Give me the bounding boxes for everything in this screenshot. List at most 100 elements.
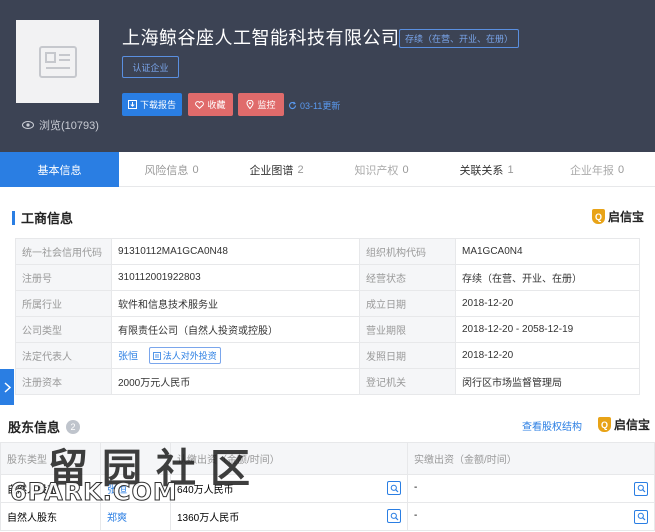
side-expand-arrow[interactable] <box>0 369 14 405</box>
view-count-label: 浏览(10793) <box>39 120 99 132</box>
tab-risk-info[interactable]: 风险信息 0 <box>119 152 224 187</box>
monitor-button[interactable]: 监控 <box>238 93 284 116</box>
info-value: MA1GCA0N4 <box>455 238 640 265</box>
info-label: 法定代表人 <box>15 342 112 369</box>
info-label: 所属行业 <box>15 290 112 317</box>
download-report-label: 下载报告 <box>139 100 176 110</box>
collect-label: 收藏 <box>207 100 226 110</box>
info-value: 存续（在营、开业、在册） <box>455 264 640 291</box>
detail-search-button[interactable] <box>634 509 648 524</box>
info-label: 注册资本 <box>15 368 112 395</box>
shareholder-name-cell: 郑爽 <box>100 502 171 531</box>
detail-search-button[interactable] <box>387 509 401 523</box>
section-accent-bar <box>12 210 15 225</box>
info-value: 2000万元人民币 <box>111 368 360 395</box>
search-icon <box>637 484 645 493</box>
tab-company-graph[interactable]: 企业图谱 2 <box>224 152 329 187</box>
info-value: 2018-12-20 <box>455 342 640 369</box>
tab-annual-report[interactable]: 企业年报 0 <box>539 152 655 187</box>
detail-search-button[interactable] <box>634 481 648 496</box>
table-row: 公司类型 有限责任公司（自然人投资或控股） 营业期限 2018-12-20 - … <box>15 316 640 343</box>
qixinbao-shield-icon: Q <box>598 417 611 432</box>
legal-representative-link[interactable]: 张恒 <box>118 352 138 363</box>
info-label: 组织机构代码 <box>359 238 456 265</box>
tab-basic-info[interactable]: 基本信息 <box>0 152 119 187</box>
info-label: 登记机关 <box>359 368 456 395</box>
tab-label: 企业图谱 <box>249 164 294 177</box>
info-label: 公司类型 <box>15 316 112 343</box>
view-equity-structure-link[interactable]: 查看股权结构 <box>522 418 582 433</box>
shareholders-title-text: 股东信息 <box>8 420 61 435</box>
status-badge: 存续（在营、开业、在册） <box>399 29 520 48</box>
info-label: 营业期限 <box>359 316 456 343</box>
info-label: 经营状态 <box>359 264 456 291</box>
view-count: 浏览(10793) <box>22 117 99 133</box>
paid-amount: - <box>414 481 418 493</box>
shareholder-type: 自然人股东 <box>0 502 101 531</box>
table-row: 所属行业 软件和信息技术服务业 成立日期 2018-12-20 <box>15 290 640 317</box>
document-icon <box>152 351 161 360</box>
tab-related-parties[interactable]: 关联关系 1 <box>434 152 539 187</box>
info-value: 91310112MA1GCA0N48 <box>111 238 360 265</box>
search-icon <box>390 484 398 492</box>
company-header: 浏览(10793) 上海鲸谷座人工智能科技有限公司 存续（在营、开业、在册） 认… <box>0 0 655 152</box>
info-value: 310112001922803 <box>111 264 360 291</box>
qixinbao-shield-icon: Q <box>592 209 605 224</box>
shareholders-title: 股东信息 2 <box>8 417 81 436</box>
qixinbao-brand: Q 启信宝 <box>592 208 644 225</box>
collect-button[interactable]: 收藏 <box>188 93 233 116</box>
info-value: 2018-12-20 - 2058-12-19 <box>455 316 640 343</box>
shareholders-count-badge: 2 <box>66 419 81 434</box>
tab-count: 0 <box>617 163 625 176</box>
legal-representative-cell: 张恒 法人对外投资 <box>111 342 360 369</box>
download-icon <box>127 100 137 109</box>
info-label: 成立日期 <box>359 290 456 317</box>
chevron-right-icon <box>3 381 11 393</box>
table-row: 法定代表人 张恒 法人对外投资 发照日期 2018-12-20 <box>15 342 640 369</box>
verified-badge[interactable]: 认证企业 <box>122 56 179 78</box>
info-label: 注册号 <box>15 264 112 291</box>
info-label: 统一社会信用代码 <box>15 238 112 265</box>
watermark-english: 6PARK.COM <box>10 478 178 507</box>
tab-intellectual-property[interactable]: 知识产权 0 <box>329 152 434 187</box>
paid-amount: - <box>414 509 418 521</box>
refresh-update[interactable]: 03-11更新 <box>288 99 340 112</box>
table-row: 统一社会信用代码 91310112MA1GCA0N48 组织机构代码 MA1GC… <box>15 238 640 265</box>
paid-cell: - <box>407 502 655 531</box>
company-name: 上海鲸谷座人工智能科技有限公司 <box>122 28 400 48</box>
tab-count: 1 <box>507 163 514 176</box>
tab-label: 企业年报 <box>569 164 614 177</box>
qixinbao-label: 启信宝 <box>614 418 651 432</box>
update-label: 03-11更新 <box>300 101 341 111</box>
table-row: 自然人股东 郑爽 1360万人民币 - <box>0 502 655 531</box>
table-row: 注册资本 2000万元人民币 登记机关 闵行区市场监督管理局 <box>15 368 640 395</box>
download-report-button[interactable]: 下载报告 <box>122 93 182 116</box>
business-info-title: 工商信息 <box>12 208 73 227</box>
tab-label: 基本信息 <box>37 164 82 177</box>
info-label: 发照日期 <box>359 342 456 369</box>
monitor-label: 监控 <box>257 100 276 110</box>
column-header-paid: 实缴出资（金额/时间） <box>407 442 655 475</box>
tab-label: 风险信息 <box>144 164 189 177</box>
building-icon <box>38 45 77 78</box>
location-pin-icon <box>246 100 254 109</box>
company-logo <box>16 20 99 103</box>
heart-icon <box>195 100 205 109</box>
company-tabs: 基本信息 风险信息 0 企业图谱 2 知识产权 0 关联关系 1 企业年报 0 <box>0 152 655 187</box>
business-info-title-text: 工商信息 <box>21 211 74 226</box>
paid-cell: - <box>407 474 655 503</box>
tab-count: 0 <box>192 163 199 176</box>
info-value: 软件和信息技术服务业 <box>111 290 360 317</box>
info-value: 2018-12-20 <box>455 290 640 317</box>
shareholder-name-link[interactable]: 郑爽 <box>107 513 127 524</box>
tab-label: 关联关系 <box>459 164 504 177</box>
info-value: 有限责任公司（自然人投资或控股） <box>111 316 360 343</box>
legal-rep-investment-label: 法人对外投资 <box>162 351 217 361</box>
table-row: 注册号 310112001922803 经营状态 存续（在营、开业、在册） <box>15 264 640 291</box>
subscribed-amount: 1360万人民币 <box>177 513 240 524</box>
search-icon <box>390 512 398 520</box>
detail-search-button[interactable] <box>387 481 401 495</box>
tab-count: 0 <box>402 163 409 176</box>
eye-icon <box>22 121 34 129</box>
legal-rep-investment-tag[interactable]: 法人对外投资 <box>148 347 221 364</box>
